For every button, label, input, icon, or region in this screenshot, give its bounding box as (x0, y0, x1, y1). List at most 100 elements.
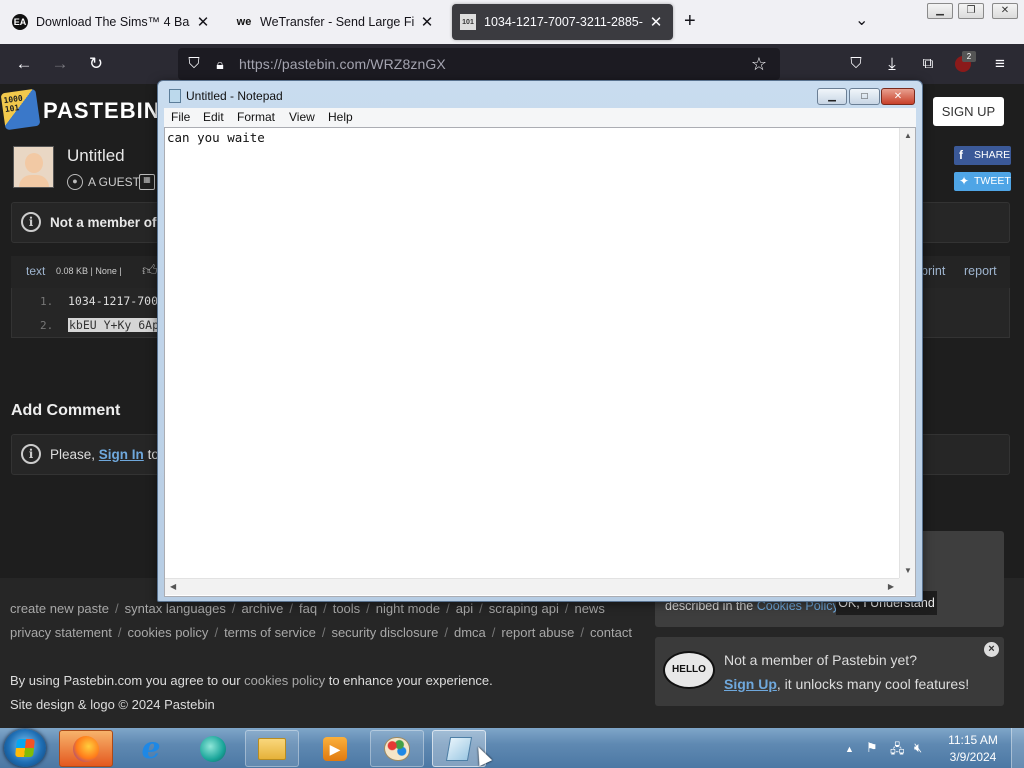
print-link[interactable]: print (921, 264, 945, 278)
close-icon[interactable]: × (984, 642, 999, 657)
scroll-left-icon[interactable]: ◀ (170, 582, 176, 591)
resize-grip-icon[interactable] (899, 578, 915, 595)
tab-title: Download The Sims™ 4 Base Ga (36, 15, 190, 29)
list-all-tabs-chevron-icon[interactable]: ⌄ (855, 10, 868, 30)
minimize-window-button[interactable]: ▁ (927, 3, 953, 19)
footer-link[interactable]: create new paste (10, 601, 109, 616)
footer-link[interactable]: scraping api (489, 601, 559, 616)
taskbar-media-player[interactable]: ▶ (308, 730, 362, 767)
vertical-scrollbar[interactable]: ▲ ▼ (899, 128, 915, 578)
separator: / (479, 601, 483, 616)
footer-link[interactable]: cookies policy (128, 625, 209, 640)
thumbs-up-icon[interactable]: 👍︎ (142, 262, 158, 280)
footer-link[interactable]: privacy statement (10, 625, 112, 640)
footer-link[interactable]: news (574, 601, 604, 616)
paste-author[interactable]: A GUEST (88, 175, 140, 189)
menu-help[interactable]: Help (328, 110, 353, 124)
separator: / (115, 601, 119, 616)
menu-edit[interactable]: Edit (203, 110, 224, 124)
footer-cookie-notice: By using Pastebin.com you agree to our c… (10, 673, 493, 688)
maximize-button[interactable]: □ (849, 88, 880, 105)
footer-link[interactable]: security disclosure (331, 625, 438, 640)
report-link[interactable]: report (964, 264, 997, 278)
shield-icon[interactable]: ⛉ (182, 52, 206, 76)
taskbar-paint[interactable] (370, 730, 424, 767)
windows-logo-icon (15, 739, 35, 757)
footer-link[interactable]: syntax languages (125, 601, 226, 616)
footer-link[interactable]: dmca (454, 625, 486, 640)
footer-link[interactable]: terms of service (224, 625, 316, 640)
footer-link[interactable]: api (456, 601, 473, 616)
notepad-title: Untitled - Notepad (186, 89, 283, 103)
download-icon[interactable]: ⤓ (880, 52, 904, 76)
new-tab-button[interactable]: + (684, 10, 696, 33)
twitter-icon: ✦ (959, 174, 970, 188)
url-text[interactable]: https://pastebin.com/WRZ8znGX (239, 56, 446, 72)
clock-time[interactable]: 11:15 AM (947, 733, 999, 747)
calendar-icon: ▦ (139, 174, 155, 190)
forward-arrow-icon[interactable]: → (48, 52, 72, 76)
scroll-up-icon[interactable]: ▲ (904, 131, 912, 140)
cookies-policy-link[interactable]: cookies policy (244, 673, 325, 688)
separator: / (564, 601, 569, 616)
internet-explorer-icon: e (141, 731, 161, 766)
hamburger-menu-icon[interactable]: ≡ (988, 52, 1012, 76)
bookmark-star-icon[interactable]: ☆ (747, 52, 771, 76)
footer-link[interactable]: tools (333, 601, 360, 616)
taskbar-internet-explorer[interactable]: e (124, 730, 178, 767)
minimize-button[interactable]: ▁ (817, 88, 847, 105)
facebook-share-button[interactable]: f SHARE (954, 146, 1011, 165)
scroll-down-icon[interactable]: ▼ (904, 566, 912, 575)
show-hidden-icons-chevron-icon[interactable]: ▲ (845, 744, 854, 754)
info-icon: i (21, 212, 41, 232)
notepad-content[interactable]: can you waite (167, 130, 265, 145)
tab-pastebin[interactable]: 101 1034-1217-7007-3211-2885-285( ✕ (452, 4, 673, 40)
menu-view[interactable]: View (289, 110, 315, 124)
volume-muted-icon[interactable]: 🔇︎ (914, 740, 922, 756)
close-tab-icon[interactable]: ✕ (647, 13, 665, 31)
footer-link[interactable]: faq (299, 601, 317, 616)
close-tab-icon[interactable]: ✕ (194, 13, 212, 31)
taskbar-firefox[interactable] (59, 730, 113, 767)
start-button[interactable] (4, 729, 46, 767)
tab-sims-download[interactable]: EA Download The Sims™ 4 Base Ga ✕ (4, 4, 220, 40)
menu-file[interactable]: File (171, 110, 190, 124)
promo-sign-up-link[interactable]: Sign Up (724, 676, 777, 692)
close-window-button[interactable]: ✕ (992, 3, 1018, 19)
close-tab-icon[interactable]: ✕ (418, 13, 436, 31)
notepad-text-area[interactable] (164, 127, 916, 597)
action-center-flag-icon[interactable]: ⚑ (866, 740, 878, 756)
app-orb-icon (200, 735, 226, 762)
show-desktop-button[interactable] (1011, 728, 1024, 768)
clock-date[interactable]: 3/9/2024 (947, 750, 999, 764)
back-arrow-icon[interactable]: ← (12, 52, 36, 76)
sign-up-button[interactable]: SIGN UP (933, 97, 1004, 126)
reload-icon[interactable]: ↻ (84, 52, 108, 76)
lock-icon[interactable]: 🔒︎ (208, 52, 232, 76)
scroll-right-icon[interactable]: ▶ (888, 582, 894, 591)
separator: / (446, 601, 450, 616)
twitter-tweet-button[interactable]: ✦ TWEET (954, 172, 1011, 191)
pastebin-logo-icon[interactable]: 1000 101 (0, 88, 41, 131)
menu-format[interactable]: Format (237, 110, 275, 124)
footer-link[interactable]: report abuse (501, 625, 574, 640)
taskbar-file-explorer[interactable] (245, 730, 299, 767)
separator: / (580, 625, 585, 640)
restore-window-button[interactable]: ❐ (958, 3, 984, 19)
horizontal-scrollbar[interactable]: ◀ ▶ (165, 578, 899, 595)
separator: / (444, 625, 448, 640)
footer-links-row: privacy statement / cookies policy / terms o… (10, 625, 632, 640)
footer-link[interactable]: night mode (376, 601, 440, 616)
network-icon[interactable]: 🖧︎ (890, 740, 905, 762)
sign-in-link[interactable]: Sign In (99, 447, 144, 462)
extensions-puzzle-icon[interactable]: ⧉ (916, 52, 940, 76)
footer-link[interactable]: contact (590, 625, 632, 640)
pocket-icon[interactable]: ⛉ (844, 52, 868, 76)
close-button[interactable]: ✕ (881, 88, 915, 105)
pastebin-logo-text[interactable]: PASTEBIN (43, 98, 161, 124)
footer-link[interactable]: archive (241, 601, 283, 616)
notepad-icon[interactable] (169, 89, 181, 103)
syntax-link[interactable]: text (26, 264, 45, 278)
tab-wetransfer[interactable]: we WeTransfer - Send Large Files & ✕ (228, 4, 444, 40)
taskbar-app-orb[interactable] (186, 730, 240, 767)
